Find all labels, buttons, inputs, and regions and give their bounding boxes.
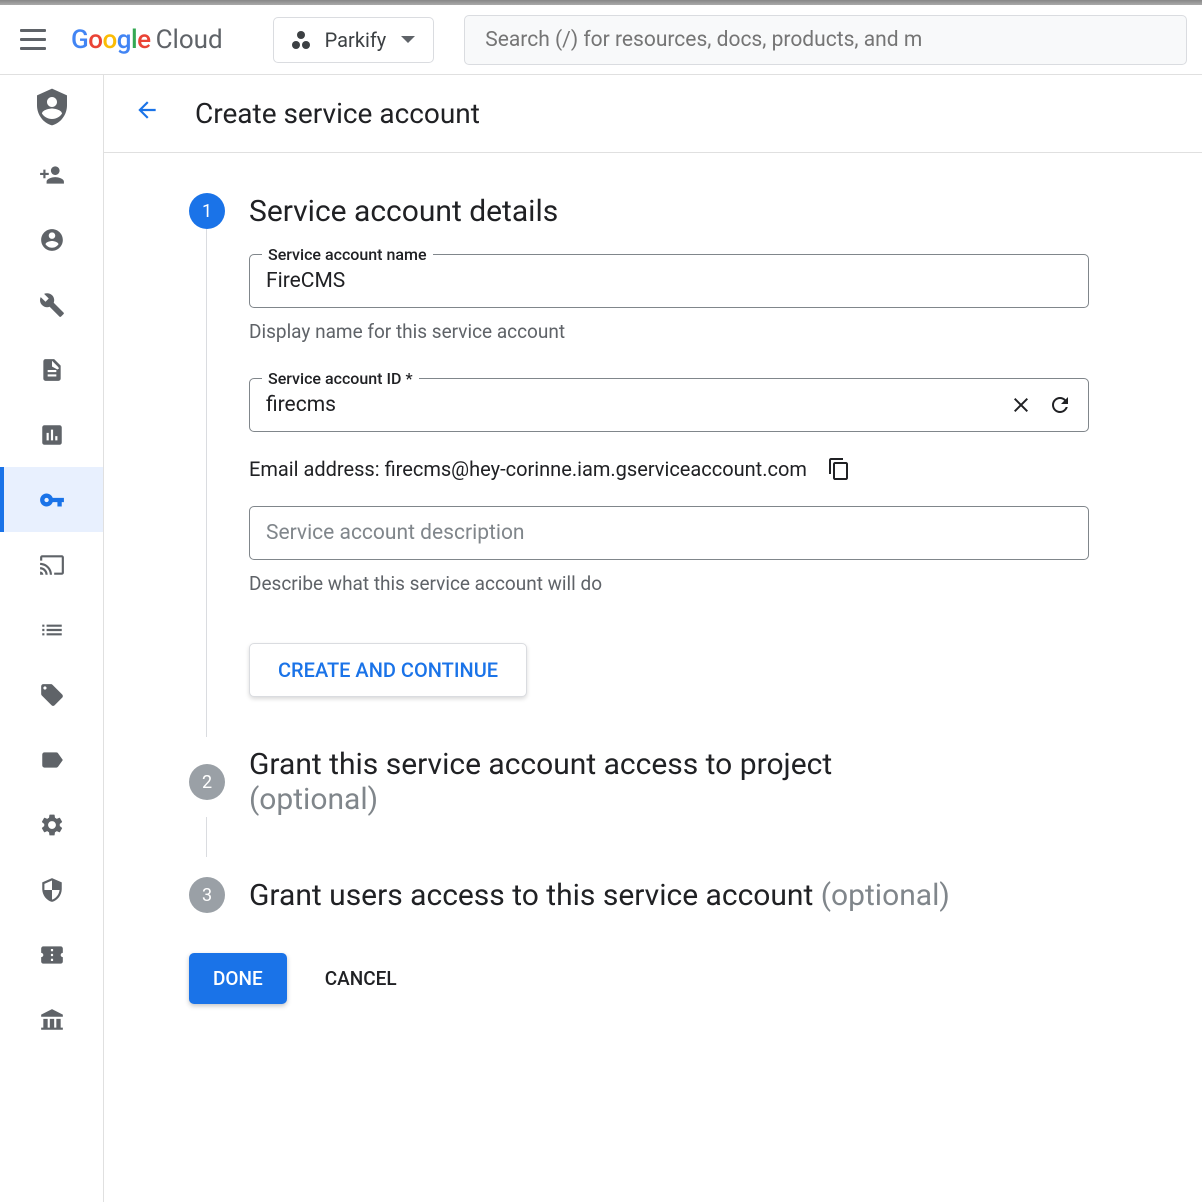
chevron-down-icon bbox=[401, 36, 415, 43]
header: Google Cloud Parkify bbox=[0, 5, 1202, 75]
sidebar-item-service-accounts[interactable] bbox=[0, 467, 103, 532]
search-input[interactable] bbox=[485, 28, 1166, 52]
back-arrow-icon[interactable] bbox=[134, 97, 160, 130]
sidebar-item-roles[interactable] bbox=[0, 987, 103, 1052]
close-icon[interactable] bbox=[1009, 393, 1033, 417]
cancel-button[interactable]: CANCEL bbox=[317, 953, 405, 1004]
sidebar-item-identity[interactable] bbox=[0, 207, 103, 272]
sidebar-item-privacy[interactable] bbox=[0, 857, 103, 922]
sidebar-item-labels[interactable] bbox=[0, 597, 103, 662]
step-3-title: Grant users access to this service accou… bbox=[249, 878, 950, 913]
sidebar-item-workload[interactable] bbox=[0, 532, 103, 597]
done-button[interactable]: DONE bbox=[189, 953, 287, 1004]
name-helper-text: Display name for this service account bbox=[249, 320, 1089, 343]
email-label: Email address: firecms@hey-corinne.iam.g… bbox=[249, 457, 807, 481]
sidebar-item-labels2[interactable] bbox=[0, 727, 103, 792]
search-box[interactable] bbox=[464, 15, 1187, 65]
service-account-id-input[interactable] bbox=[266, 393, 994, 417]
page-header: Create service account bbox=[104, 75, 1202, 153]
step-1-circle: 1 bbox=[189, 193, 225, 229]
sidebar bbox=[0, 75, 104, 1202]
sidebar-item-policy[interactable] bbox=[0, 272, 103, 337]
id-label: Service account ID * bbox=[262, 369, 419, 388]
project-selector[interactable]: Parkify bbox=[273, 17, 435, 63]
step-2-circle: 2 bbox=[189, 764, 225, 800]
sidebar-item-iam[interactable] bbox=[0, 142, 103, 207]
iam-shield-icon[interactable] bbox=[32, 87, 72, 127]
service-account-name-input[interactable] bbox=[266, 269, 1072, 293]
sidebar-item-org-policies[interactable] bbox=[0, 337, 103, 402]
content: Create service account 1 Service account… bbox=[104, 75, 1202, 1202]
project-name: Parkify bbox=[325, 28, 387, 52]
name-label: Service account name bbox=[262, 245, 433, 264]
logo-cloud-text: Cloud bbox=[156, 25, 223, 55]
sidebar-item-tags[interactable] bbox=[0, 662, 103, 727]
step-2-title: Grant this service account access to pro… bbox=[249, 747, 832, 817]
step-1-title: Service account details bbox=[249, 194, 558, 229]
copy-icon[interactable] bbox=[827, 457, 851, 481]
create-and-continue-button[interactable]: CREATE AND CONTINUE bbox=[249, 643, 527, 697]
sidebar-item-quota[interactable] bbox=[0, 402, 103, 467]
menu-icon[interactable] bbox=[15, 24, 51, 55]
sidebar-item-settings[interactable] bbox=[0, 792, 103, 857]
step-3-circle: 3 bbox=[189, 877, 225, 913]
page-title: Create service account bbox=[195, 97, 480, 130]
refresh-icon[interactable] bbox=[1048, 393, 1072, 417]
description-helper-text: Describe what this service account will … bbox=[249, 572, 1089, 595]
project-dots-icon bbox=[292, 31, 310, 49]
sidebar-item-audit[interactable] bbox=[0, 922, 103, 987]
logo[interactable]: Google Cloud bbox=[71, 25, 223, 55]
description-input[interactable] bbox=[266, 521, 1072, 545]
